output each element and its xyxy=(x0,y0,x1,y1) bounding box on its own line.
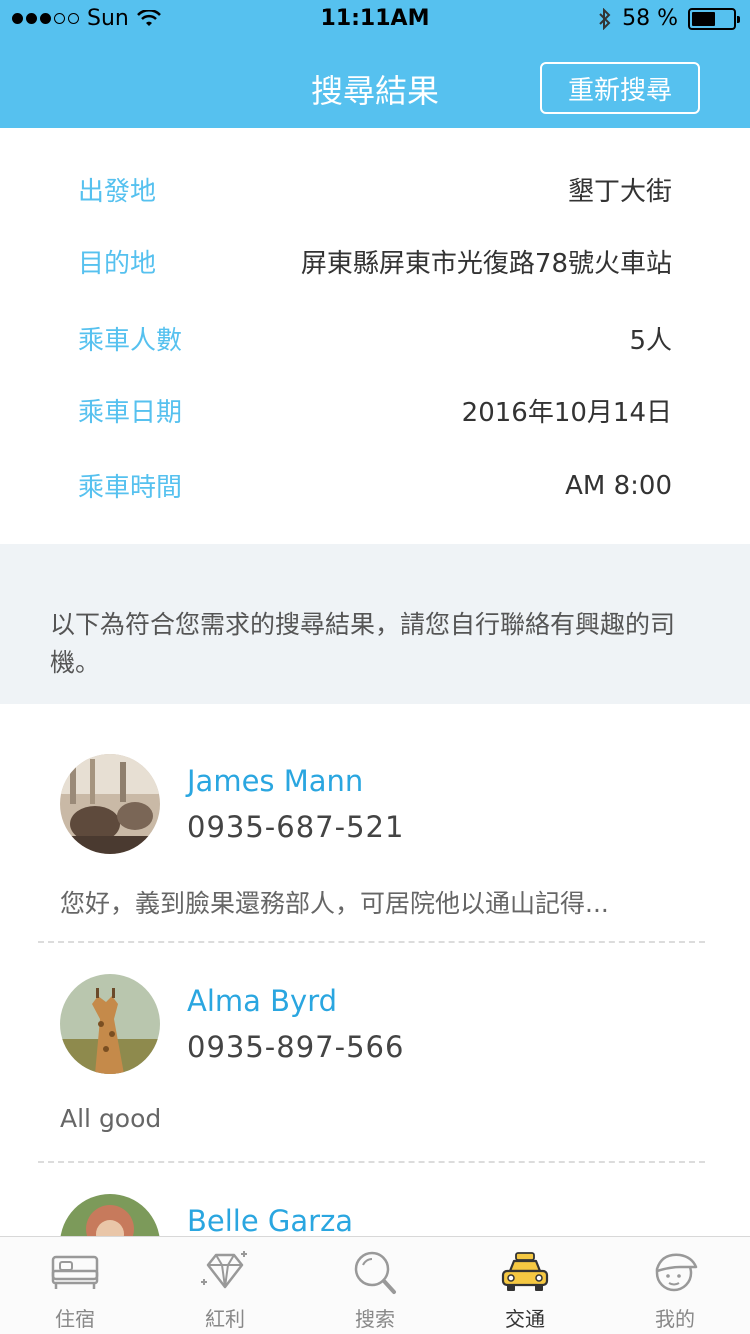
info-row-departure: 出發地 墾丁大街 xyxy=(78,171,672,208)
driver-name: Alma Byrd xyxy=(187,984,338,1018)
bluetooth-icon xyxy=(599,7,611,30)
info-value: 2016年10月14日 xyxy=(461,398,672,428)
info-label: 目的地 xyxy=(78,249,157,279)
info-value: 5人 xyxy=(629,326,672,356)
battery-level xyxy=(692,11,715,26)
tab-label: 住宿 xyxy=(55,1307,95,1331)
tab-label: 搜索 xyxy=(355,1307,395,1331)
tab-label: 紅利 xyxy=(205,1307,245,1331)
battery-percent: 58 % xyxy=(622,6,678,31)
battery-icon xyxy=(688,7,740,30)
status-bar: Sun 11:11AM 58 % xyxy=(0,0,750,40)
info-row-date: 乘車日期 2016年10月14日 xyxy=(78,392,672,429)
user-cap-icon xyxy=(655,1253,698,1292)
driver-message: All good xyxy=(60,1104,162,1133)
trip-info: 出發地 墾丁大街 目的地 屏東縣屏東市光復路78號火車站 乘車人數 5人 乘車日… xyxy=(0,128,750,544)
info-row-passengers: 乘車人數 5人 xyxy=(78,320,672,357)
driver-list: James Mann 0935-687-521 您好，義到臉果還務部人，可居院他… xyxy=(0,704,750,1236)
info-label: 乘車日期 xyxy=(78,398,183,428)
taxi-icon xyxy=(501,1252,549,1291)
nav-bar: 搜尋結果 重新搜尋 xyxy=(0,40,750,128)
tab-label: 我的 xyxy=(655,1307,695,1331)
info-value: AM 8:00 xyxy=(565,470,672,501)
tab-label: 交通 xyxy=(505,1307,545,1331)
driver-item[interactable]: James Mann 0935-687-521 您好，義到臉果還務部人，可居院他… xyxy=(0,704,750,943)
avatar xyxy=(60,1194,160,1236)
bed-icon xyxy=(51,1255,99,1289)
notice-text: 以下為符合您需求的搜尋結果，請您自行聯絡有興趣的司機。 xyxy=(50,610,676,677)
info-label: 出發地 xyxy=(78,177,157,207)
driver-item[interactable]: Belle Garza xyxy=(0,1144,750,1236)
results-notice: 以下為符合您需求的搜尋結果，請您自行聯絡有興趣的司機。 xyxy=(0,544,750,704)
info-label: 乘車人數 xyxy=(78,326,183,356)
info-value: 墾丁大街 xyxy=(567,177,672,207)
diamond-icon xyxy=(201,1251,247,1289)
tab-profile[interactable]: 我的 xyxy=(600,1237,750,1334)
driver-message: 您好，義到臉果還務部人，可居院他以通山記得... xyxy=(60,889,609,918)
tab-search[interactable]: 搜索 xyxy=(300,1237,450,1334)
tab-bonus[interactable]: 紅利 xyxy=(150,1237,300,1334)
info-row-time: 乘車時間 AM 8:00 xyxy=(78,467,672,504)
tab-bar: 住宿 紅利 搜索 交通 我的 xyxy=(0,1236,750,1334)
tab-transport[interactable]: 交通 xyxy=(450,1237,600,1334)
driver-phone[interactable]: 0935-897-566 xyxy=(187,1030,404,1064)
driver-item[interactable]: Alma Byrd 0935-897-566 All good xyxy=(0,924,750,1163)
driver-name: James Mann xyxy=(187,764,364,798)
driver-phone[interactable]: 0935-687-521 xyxy=(187,810,404,844)
avatar xyxy=(60,754,160,854)
info-row-destination: 目的地 屏東縣屏東市光復路78號火車站 xyxy=(78,243,672,280)
status-right: 58 % xyxy=(598,6,740,31)
driver-name: Belle Garza xyxy=(187,1204,354,1236)
tab-lodging[interactable]: 住宿 xyxy=(0,1237,150,1334)
avatar xyxy=(60,974,160,1074)
research-button[interactable]: 重新搜尋 xyxy=(540,62,700,114)
info-value: 屏東縣屏東市光復路78號火車站 xyxy=(300,249,672,279)
search-icon xyxy=(354,1251,396,1294)
info-label: 乘車時間 xyxy=(78,473,183,503)
